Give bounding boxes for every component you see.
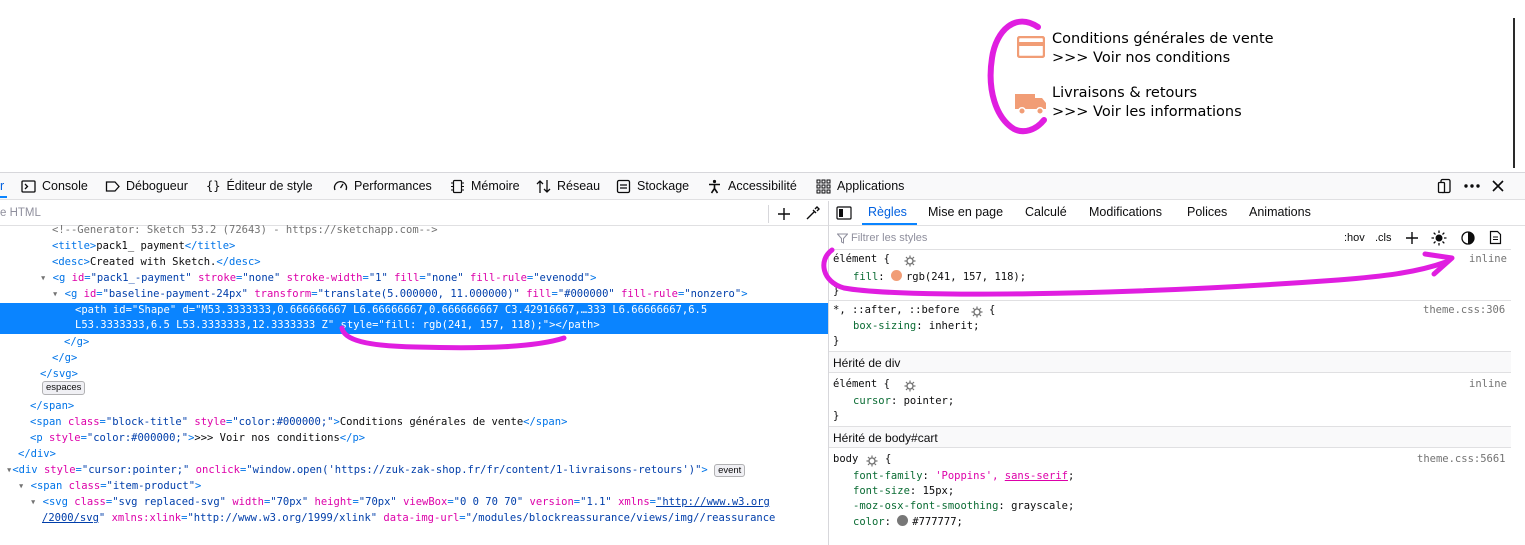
rule-color-declaration[interactable]: color: #777777; xyxy=(853,515,963,528)
rule-source-theme5661[interactable]: theme.css:5661 xyxy=(1417,453,1506,465)
delivery-title: Livraisons & retours xyxy=(1052,85,1198,101)
tab-rules[interactable]: Règles xyxy=(868,205,907,219)
markup-line-comment[interactable]: <!--Generator: Sketch 53.2 (72643) - htt… xyxy=(52,223,438,239)
filter-icon xyxy=(837,233,848,244)
gauge-icon xyxy=(333,179,348,194)
add-rule-icon[interactable] xyxy=(1405,231,1419,245)
rule-font-size-declaration[interactable]: font-size: 15px; xyxy=(853,485,954,497)
tab-fonts[interactable]: Polices xyxy=(1187,205,1227,219)
markup-line-div-onclick[interactable]: ▾<div style="cursor:pointer;" onclick="w… xyxy=(6,463,746,479)
toggle-sidebar-icon[interactable] xyxy=(836,206,852,220)
tab-applications[interactable]: Applications xyxy=(816,177,904,195)
rule-universal-selector[interactable]: *, ::after, ::before xyxy=(833,304,959,316)
tab-style-editor[interactable]: {} Éditeur de style xyxy=(206,177,313,195)
markup-line-svg-2[interactable]: /2000/svg" xmlns:xlink="http://www.w3.or… xyxy=(42,511,775,527)
markup-line-span-title[interactable]: <span class="block-title" style="color:#… xyxy=(30,415,567,431)
rule-source-inline[interactable]: inline xyxy=(1469,253,1507,265)
tab-network[interactable]: Réseau xyxy=(536,177,600,195)
markup-line-svg[interactable]: ▾ <svg class="svg replaced-svg" width="7… xyxy=(30,495,770,511)
markup-line-g-pack1[interactable]: ▾ <g id="pack1_-payment" stroke="none" s… xyxy=(40,271,596,287)
tab-computed[interactable]: Calculé xyxy=(1025,205,1067,219)
rule-source-theme306[interactable]: theme.css:306 xyxy=(1423,304,1505,316)
inspector-search-input[interactable]: e HTML xyxy=(0,207,41,219)
rule-font-smoothing-declaration[interactable]: -moz-osx-font-smoothing: grayscale; xyxy=(853,500,1074,512)
rule-body-selector[interactable]: body xyxy=(833,453,858,465)
annotation-underline xyxy=(339,325,567,351)
tab-performance[interactable]: Performances xyxy=(333,177,432,195)
grid-icon xyxy=(816,179,831,194)
tab-layout[interactable]: Mise en page xyxy=(928,205,1003,219)
conditions-link[interactable]: >>> Voir nos conditions xyxy=(1052,49,1274,68)
inherited-from-div: Hérité de div xyxy=(829,351,1511,373)
active-tab-indicator xyxy=(0,196,7,198)
dock-mode-icon[interactable] xyxy=(1437,178,1453,194)
markup-line-close-div[interactable]: </div> xyxy=(18,447,56,463)
debugger-icon xyxy=(105,179,120,194)
tab-changes[interactable]: Modifications xyxy=(1089,205,1162,219)
color-swatch[interactable] xyxy=(897,515,909,526)
conditions-title: Conditions générales de vente xyxy=(1052,31,1274,47)
conditions-item[interactable]: Conditions générales de vente >>> Voir n… xyxy=(1012,30,1274,68)
more-options-icon[interactable] xyxy=(1463,178,1481,194)
markup-line-p[interactable]: <p style="color:#000000;">>>> Voir nos c… xyxy=(30,431,365,447)
rule-open-brace: { xyxy=(885,453,892,465)
print-media-icon[interactable] xyxy=(1489,230,1502,245)
markup-line-title[interactable]: <title>pack1_ payment</title> xyxy=(52,239,235,255)
whitespace-badge[interactable]: espaces xyxy=(42,381,86,395)
eyedropper-icon[interactable] xyxy=(805,206,820,221)
gear-icon[interactable] xyxy=(904,380,916,392)
gear-icon[interactable] xyxy=(971,306,983,318)
delivery-item[interactable]: Livraisons & retours >>> Voir les inform… xyxy=(1012,84,1242,122)
storage-icon xyxy=(616,179,631,194)
gear-icon[interactable] xyxy=(866,455,878,467)
light-scheme-icon[interactable] xyxy=(1431,230,1447,246)
tab-accessibility[interactable]: Accessibilité xyxy=(707,177,797,195)
tab-debugger[interactable]: Débogueur xyxy=(105,177,188,195)
memory-chip-icon xyxy=(450,179,465,194)
markup-line-close-g2[interactable]: </g> xyxy=(52,351,77,367)
inherited-from-body: Hérité de body#cart xyxy=(829,426,1511,448)
rule-cursor-declaration[interactable]: cursor: pointer; xyxy=(853,395,954,407)
close-icon[interactable] xyxy=(1491,179,1505,193)
tab-storage[interactable]: Stockage xyxy=(616,177,689,195)
dark-scheme-icon[interactable] xyxy=(1461,231,1475,245)
markup-line-g-baseline[interactable]: ▾ <g id="baseline-payment-24px" transfor… xyxy=(52,287,748,303)
path-line-1: <path id="Shape" d="M53.3333333,0.666666… xyxy=(75,304,708,316)
cls-toggle[interactable]: .cls xyxy=(1375,232,1392,244)
network-arrows-icon xyxy=(536,179,551,194)
event-badge[interactable]: event xyxy=(714,464,746,477)
rule-source-inline[interactable]: inline xyxy=(1469,378,1507,390)
annotation-arrow xyxy=(821,247,1455,297)
active-rules-indicator xyxy=(862,223,917,225)
braces-icon: {} xyxy=(206,179,221,193)
markup-line-close-g1[interactable]: </g> xyxy=(64,335,89,351)
accessibility-icon xyxy=(707,179,722,194)
page-scrollbar[interactable] xyxy=(1513,18,1515,168)
markup-view: <!--Generator: Sketch 53.2 (72643) - htt… xyxy=(0,223,828,545)
rule-open-brace: { xyxy=(989,304,996,316)
tab-console[interactable]: Console xyxy=(21,177,88,195)
rule-box-sizing-declaration[interactable]: box-sizing: inherit; xyxy=(853,320,979,332)
delivery-truck-icon xyxy=(1015,94,1046,116)
tab-inspector[interactable]: r xyxy=(0,177,4,195)
markup-line-close-span[interactable]: </span> xyxy=(30,399,74,415)
add-node-icon[interactable] xyxy=(777,207,791,221)
rule-close-brace: } xyxy=(833,335,840,347)
rule-font-family-declaration[interactable]: font-family: 'Poppins', sans-serif; xyxy=(853,470,1074,482)
tab-memory[interactable]: Mémoire xyxy=(450,177,520,195)
delivery-link[interactable]: >>> Voir les informations xyxy=(1052,103,1242,122)
credit-card-icon xyxy=(1017,36,1045,58)
rule-close-brace: } xyxy=(833,410,840,422)
tab-animations[interactable]: Animations xyxy=(1249,205,1311,219)
hov-toggle[interactable]: :hov xyxy=(1344,232,1365,244)
markup-line-span-item[interactable]: ▾ <span class="item-product"> xyxy=(18,479,201,495)
markup-line-desc[interactable]: <desc>Created with Sketch.</desc> xyxy=(52,255,261,271)
rules-filter-input[interactable]: Filtrer les styles xyxy=(851,232,927,244)
rule-element-selector-inherited[interactable]: élément { xyxy=(833,378,890,390)
divider xyxy=(768,205,769,223)
console-icon xyxy=(21,179,36,194)
